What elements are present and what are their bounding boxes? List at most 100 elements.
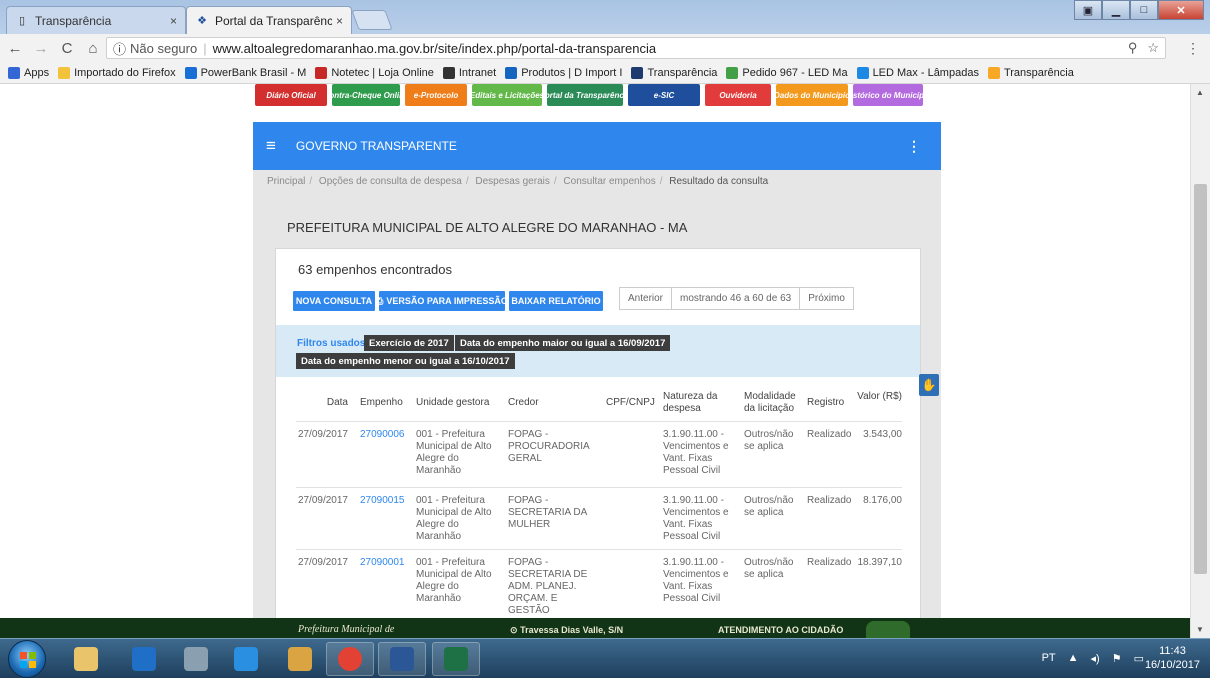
bookmark-item[interactable]: PowerBank Brasil - M (184, 66, 306, 79)
cell-registro: Realizado (807, 495, 852, 506)
column-header-natureza: Natureza da despesa (663, 391, 718, 414)
breadcrumb-item-opcoes[interactable]: Opções de consulta de despesa (319, 176, 462, 187)
bookmark-item[interactable]: Pedido 967 - LED Ma (726, 66, 848, 79)
cell-unidade: 001 - Prefeitura Municipal de Alto Alegr… (416, 429, 492, 476)
cell-empenho[interactable]: 27090006 (360, 429, 406, 441)
quick-links-bar: Diário OficialContra-Cheque Onlinee-Prot… (255, 84, 943, 108)
taskbar-app-button[interactable] (120, 642, 168, 676)
bookmark-item[interactable]: Transparência (631, 66, 717, 79)
quicklink-4[interactable]: Portal da Transparência (547, 84, 623, 106)
internet-explorer-icon (234, 647, 258, 671)
accessibility-icon[interactable]: ✋ (919, 374, 939, 396)
taskbar-app-button[interactable] (326, 642, 374, 676)
tab-label: Transparência (35, 13, 112, 28)
document-icon: ▯ (18, 15, 26, 27)
quicklink-8[interactable]: Histórico do Município (853, 84, 923, 106)
bookmark-item[interactable]: Produtos | D Import I (505, 66, 622, 79)
bookmark-item[interactable]: Transparência (987, 66, 1074, 79)
hamburger-menu-icon[interactable]: ≡ (266, 136, 276, 156)
quicklink-7[interactable]: Dados do Município (776, 84, 848, 106)
pager-prev-button[interactable]: Anterior (620, 288, 671, 309)
quicklink-2[interactable]: e-Protocolo (405, 84, 467, 106)
footer-attendance: ATENDIMENTO AO CIDADÃO (718, 625, 844, 635)
cell-data: 27/09/2017 (297, 429, 348, 440)
maximize-button[interactable]: □ (1130, 0, 1158, 20)
bookmark-item[interactable]: LED Max - Lâmpadas (856, 66, 979, 79)
cell-empenho[interactable]: 27090015 (360, 495, 406, 507)
pager-next-button[interactable]: Próximo (800, 288, 853, 309)
download-report-button[interactable]: BAIXAR RELATÓRIO (509, 291, 603, 311)
forward-button[interactable]: → (30, 40, 52, 57)
zoom-icon[interactable]: ⚲ (1128, 40, 1138, 56)
breadcrumb-item-principal[interactable]: Principal (267, 176, 305, 187)
show-hidden-icons-icon[interactable]: ▲ (1068, 652, 1079, 665)
page-scrollbar[interactable]: ▲ ▼ (1190, 84, 1210, 638)
quicklink-3[interactable]: Editais e Licitações (472, 84, 542, 106)
bookmark-item[interactable]: Intranet (442, 66, 496, 79)
taskbar-app-button[interactable] (62, 642, 110, 676)
filter-chip-exercicio[interactable]: Exercício de 2017 (364, 335, 454, 351)
bookmark-label: Importado do Firefox (74, 66, 176, 79)
tab-close-button[interactable]: × (336, 14, 343, 28)
cell-empenho[interactable]: 27090001 (360, 557, 406, 569)
more-options-icon[interactable]: ⋮ (907, 138, 921, 155)
quicklink-1[interactable]: Contra-Cheque Online (332, 84, 400, 106)
cell-natureza: 3.1.90.11.00 - Vencimentos e Vant. Fixas… (663, 429, 729, 476)
print-version-button[interactable]: ⎙ VERSÃO PARA IMPRESSÃO (376, 291, 508, 311)
app-header: ≡ GOVERNO TRANSPARENTE ⋮ (253, 122, 941, 170)
breadcrumb-item-consultar[interactable]: Consultar empenhos (563, 176, 655, 187)
info-icon[interactable]: ⓘ (113, 39, 126, 58)
address-bar[interactable]: ⓘ Não seguro | www.altoalegredomaranhao.… (106, 37, 1166, 59)
footer-address: ⊙ Travessa Dias Valle, S/N (510, 625, 623, 636)
start-button[interactable] (8, 640, 46, 678)
scroll-up-icon[interactable]: ▲ (1196, 88, 1204, 97)
profile-button[interactable]: ▣ (1074, 0, 1102, 20)
volume-icon[interactable]: ◂) (1091, 652, 1100, 665)
taskbar-app-button[interactable] (276, 642, 324, 676)
url-text[interactable]: www.altoalegredomaranhao.ma.gov.br/site/… (213, 41, 656, 56)
back-button[interactable]: ← (4, 40, 26, 57)
filter-chip-data-menor[interactable]: Data do empenho menor ou igual a 16/10/2… (296, 353, 515, 369)
quicklink-5[interactable]: e-SIC (628, 84, 700, 106)
taskbar-app-button[interactable] (172, 642, 220, 676)
quicklink-0[interactable]: Diário Oficial (255, 84, 327, 106)
bookmark-label: LED Max - Lâmpadas (872, 66, 979, 79)
filter-chip-data-maior[interactable]: Data do empenho maior ou igual a 16/09/2… (455, 335, 671, 351)
bookmark-item[interactable]: Notetec | Loja Online (315, 66, 434, 79)
cube-icon (856, 66, 869, 79)
bookmark-label: Notetec | Loja Online (331, 66, 434, 79)
taskbar-app-button[interactable] (432, 642, 480, 676)
taskbar-app-button[interactable] (222, 642, 270, 676)
minimize-button[interactable]: ▁ (1102, 0, 1130, 20)
language-indicator[interactable]: PT (1042, 652, 1056, 665)
new-tab-button[interactable] (351, 10, 393, 30)
breadcrumb-item-despesas[interactable]: Despesas gerais (475, 176, 549, 187)
cell-valor: 3.543,00 (863, 429, 902, 440)
browser-menu-icon[interactable]: ⋮ (1186, 40, 1200, 57)
tab-close-button[interactable]: × (170, 14, 177, 28)
home-button[interactable]: ⌂ (82, 40, 104, 57)
network-icon[interactable]: ▭ (1134, 652, 1144, 665)
action-center-flag-icon[interactable]: ⚑ (1112, 652, 1122, 665)
bookmark-star-icon[interactable]: ☆ (1147, 40, 1159, 56)
browser-tab-strip: ▯ Transparência × ❖ Portal da Transparên… (0, 0, 1210, 34)
quicklink-6[interactable]: Ouvidoria (705, 84, 771, 106)
cell-natureza: 3.1.90.11.00 - Vencimentos e Vant. Fixas… (663, 495, 729, 542)
tab-transparencia[interactable]: ▯ Transparência × (6, 6, 186, 34)
chrome-icon (338, 647, 362, 671)
taskbar-app-button[interactable] (378, 642, 426, 676)
scroll-down-icon[interactable]: ▼ (1196, 625, 1204, 634)
tab-portal-transparencia[interactable]: ❖ Portal da Transparência · × (186, 6, 352, 34)
pager-status: mostrando 46 a 60 de 63 (671, 288, 801, 309)
bookmark-item[interactable]: Importado do Firefox (58, 66, 176, 79)
minimize-icon: ▁ (1111, 4, 1121, 17)
system-clock[interactable]: 11:43 16/10/2017 (1145, 644, 1200, 672)
home-icon: ⌂ (88, 39, 98, 57)
scrollbar-thumb[interactable] (1194, 184, 1207, 574)
new-query-button[interactable]: NOVA CONSULTA (293, 291, 375, 311)
window-controls: ▣ ▁ □ ✕ (1074, 0, 1204, 20)
location-pin-icon: ⊙ (510, 625, 518, 635)
close-window-button[interactable]: ✕ (1158, 0, 1204, 20)
bookmark-item[interactable]: Apps (8, 66, 49, 79)
reload-button[interactable]: C (56, 40, 78, 57)
